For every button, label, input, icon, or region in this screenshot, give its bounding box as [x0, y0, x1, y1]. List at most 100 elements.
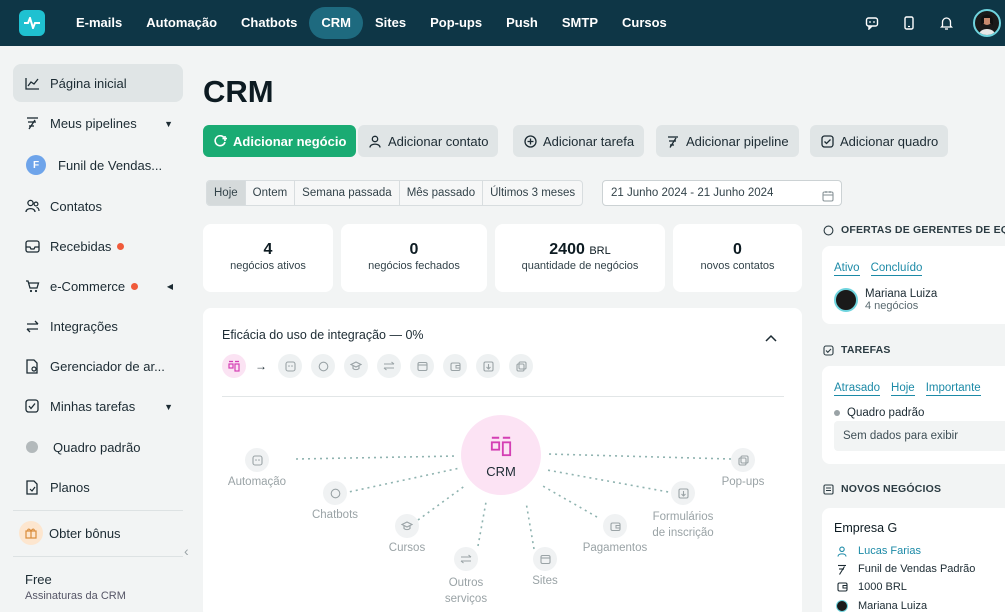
sidebar-item-pagina-inicial[interactable]: Página inicial	[13, 64, 183, 102]
automation-step-icon[interactable]	[278, 354, 302, 378]
node-automacao[interactable]: Automação	[222, 448, 292, 488]
tasks-card: Atrasado Hoje Importante Quadro padrão S…	[822, 366, 1005, 464]
bell-icon[interactable]	[936, 13, 956, 33]
integration-steps: →	[222, 354, 542, 378]
sidebar-item-meus-pipelines[interactable]: Meus pipelines ▼	[13, 104, 183, 142]
task-board-row[interactable]: Quadro padrão	[834, 407, 924, 419]
add-board-button[interactable]: Adicionar quadro	[810, 125, 949, 157]
deal-owner: Mariana Luiza	[858, 600, 928, 612]
period-mes-passado[interactable]: Mês passado	[400, 181, 484, 205]
form-download-icon	[671, 481, 695, 505]
stat-card-closed-deals: 0 negócios fechados	[341, 224, 487, 292]
board-dot	[834, 410, 840, 416]
tab-hoje[interactable]: Hoje	[891, 382, 915, 396]
nav-sites[interactable]: Sites	[363, 7, 418, 39]
tab-atrasado[interactable]: Atrasado	[834, 382, 881, 396]
payments-step-icon[interactable]	[443, 354, 467, 378]
node-chatbots[interactable]: Chatbots	[300, 481, 370, 521]
plan-subtitle: Assinaturas da CRM	[25, 590, 126, 602]
add-contact-button[interactable]: Adicionar contato	[358, 125, 499, 157]
add-pipeline-button[interactable]: Adicionar pipeline	[656, 125, 799, 157]
new-deal-card[interactable]: Empresa G Lucas Farias Funil de Vendas P…	[822, 508, 1005, 612]
add-deal-label: Adicionar negócio	[233, 133, 347, 149]
chart-line-icon	[23, 74, 41, 92]
sidebar-item-funil-de-vendas[interactable]: F Funil de Vendas...	[13, 146, 183, 184]
sidebar-item-quadro-padrao[interactable]: Quadro padrão	[13, 428, 183, 466]
plan-name: Free	[25, 572, 52, 587]
tab-importante[interactable]: Importante	[925, 382, 981, 396]
nav-popups[interactable]: Pop-ups	[418, 7, 494, 39]
wallet-icon	[603, 514, 627, 538]
plan-info[interactable]: Free Assinaturas da CRM	[25, 572, 126, 602]
node-label: serviços	[444, 593, 488, 605]
sidebar-item-gerenciador-de-arquivos[interactable]: Gerenciador de ar...	[13, 347, 183, 385]
crm-hub[interactable]: CRM	[461, 415, 541, 495]
deal-contact-row[interactable]: Lucas Farias	[836, 545, 921, 557]
user-avatar[interactable]	[973, 9, 1001, 37]
crm-step-icon[interactable]	[222, 354, 246, 378]
page-title: CRM	[203, 74, 274, 109]
chevron-up-icon[interactable]	[765, 330, 777, 345]
tab-concluido[interactable]: Concluído	[870, 262, 923, 276]
manager-row[interactable]: Mariana Luiza 4 negócios	[834, 288, 937, 312]
chat-icon[interactable]	[862, 13, 882, 33]
nav-chatbots[interactable]: Chatbots	[229, 7, 309, 39]
popups-step-icon[interactable]	[509, 354, 533, 378]
date-range-picker[interactable]: 21 Junho 2024 - 21 Junho 2024	[602, 180, 842, 206]
sites-step-icon[interactable]	[410, 354, 434, 378]
add-deal-button[interactable]: Adicionar negócio	[203, 125, 357, 157]
pulse-logo-icon[interactable]	[19, 10, 45, 36]
avatar	[834, 288, 858, 312]
add-task-button[interactable]: Adicionar tarefa	[513, 125, 645, 157]
other-services-step-icon[interactable]	[377, 354, 401, 378]
stat-card-new-contacts: 0 novos contatos	[673, 224, 802, 292]
plans-icon	[23, 478, 41, 496]
nav-smtp[interactable]: SMTP	[550, 7, 610, 39]
period-ontem[interactable]: Ontem	[246, 181, 296, 205]
period-ultimos-3-meses[interactable]: Últimos 3 meses	[483, 181, 582, 205]
sidebar-item-contatos[interactable]: Contatos	[13, 187, 183, 225]
sidebar-item-obter-bonus[interactable]: Obter bônus	[13, 514, 183, 552]
sidebar-item-label: Minhas tarefas	[50, 398, 136, 414]
period-semana-passada[interactable]: Semana passada	[295, 181, 400, 205]
nav-emails[interactable]: E-mails	[64, 7, 134, 39]
section-title-text: TAREFAS	[841, 344, 891, 356]
node-popups[interactable]: Pop-ups	[708, 448, 778, 488]
nav-push[interactable]: Push	[494, 7, 550, 39]
nav-crm[interactable]: CRM	[309, 7, 363, 39]
calendar-icon[interactable]	[822, 187, 834, 211]
node-label: Automação	[227, 476, 287, 488]
node-label: Chatbots	[311, 509, 359, 521]
mobile-icon[interactable]	[899, 13, 919, 33]
offers-tabs: Ativo Concluído	[834, 262, 923, 276]
sidebar-item-label: Recebidas	[50, 238, 112, 254]
manager-name: Mariana Luiza	[865, 288, 938, 300]
sidebar-item-label: Quadro padrão	[53, 439, 141, 455]
chatbot-step-icon[interactable]	[311, 354, 335, 378]
sidebar: Página inicial Meus pipelines ▼ F Funil …	[0, 46, 192, 612]
node-sites[interactable]: Sites	[510, 547, 580, 587]
sidebar-item-recebidas[interactable]: Recebidas	[13, 227, 183, 265]
courses-step-icon[interactable]	[344, 354, 368, 378]
deal-owner-row: Mariana Luiza	[836, 600, 927, 612]
node-outros-servicos[interactable]: Outros serviços	[431, 547, 501, 607]
nav-automacao[interactable]: Automação	[134, 7, 229, 39]
nav-cursos[interactable]: Cursos	[610, 7, 679, 39]
forms-step-icon[interactable]	[476, 354, 500, 378]
user-icon	[836, 545, 848, 557]
section-title-new-deals: NOVOS NEGÓCIOS	[822, 483, 941, 495]
list-icon	[822, 483, 834, 495]
period-hoje[interactable]: Hoje	[207, 181, 246, 205]
owner-avatar	[836, 600, 848, 612]
deal-company: Empresa G	[834, 521, 898, 535]
integrations-icon	[23, 317, 41, 335]
sidebar-item-minhas-tarefas[interactable]: Minhas tarefas ▼	[13, 387, 183, 425]
node-formularios[interactable]: Formulários de inscrição	[638, 481, 728, 541]
tab-ativo[interactable]: Ativo	[834, 262, 860, 276]
sidebar-item-ecommerce[interactable]: e-Commerce ◀	[13, 267, 183, 305]
deal-amount: 1000 BRL	[858, 581, 907, 593]
collapse-sidebar-icon[interactable]: ‹	[184, 543, 189, 559]
sidebar-item-planos[interactable]: Planos	[13, 468, 183, 506]
sidebar-item-integracoes[interactable]: Integrações	[13, 307, 183, 345]
node-label: Outros	[448, 577, 484, 589]
